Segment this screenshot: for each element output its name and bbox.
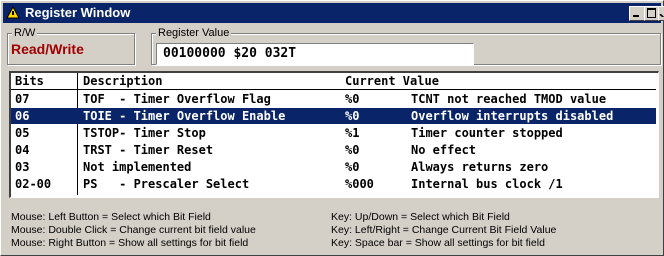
cell-current-value: %000 (345, 177, 374, 191)
table-row[interactable]: 06 TOIE - Timer Overflow Enable %0 Overflow… (11, 108, 656, 124)
cell-current-value: %0 (345, 160, 360, 174)
register-window: Register Window R/W Read/Write Register … (0, 0, 664, 256)
cell-value-meaning: Timer counter stopped (411, 126, 563, 140)
title-bar[interactable]: Register Window (3, 3, 664, 23)
close-button[interactable] (658, 6, 664, 21)
rw-group: R/W Read/Write (7, 26, 135, 65)
help-key-updown: Key: Up/Down = Select which Bit Field (331, 211, 510, 223)
maximize-icon (647, 8, 656, 18)
help-key-leftright: Key: Left/Right = Change Current Bit Fie… (331, 224, 557, 236)
register-value-field: 00100000 $20 032T (156, 43, 474, 65)
help-key-space: Key: Space bar = Show all settings for b… (331, 237, 545, 249)
cell-value-meaning: No effect (411, 143, 477, 157)
minimize-icon (633, 15, 639, 17)
cell-description: Not implemented (83, 160, 192, 174)
cell-bits: 06 (15, 109, 30, 123)
cell-value-meaning: Always returns zero (411, 160, 549, 174)
cell-bits: 05 (15, 126, 30, 140)
cell-description: TSTOP- Timer Stop (83, 126, 206, 140)
table-row[interactable]: 05 TSTOP- Timer Stop %1 Timer counter stopp… (11, 125, 656, 141)
cell-bits: 03 (15, 160, 30, 174)
cell-current-value: %0 (345, 92, 360, 106)
table-row[interactable]: 04 TRST - Timer Reset %0 No effect (11, 142, 656, 158)
cell-bits: 07 (15, 92, 30, 106)
help-mouse-double: Mouse: Double Click = Change current bit… (11, 224, 256, 236)
window-title: Register Window (25, 5, 131, 20)
mouse-help: Mouse: Left Button = Select which Bit Fi… (11, 211, 256, 250)
header-description: Description (83, 74, 163, 88)
header-bits: Bits (15, 74, 44, 88)
table-row[interactable]: 03 Not implemented %0 Always returns zero (11, 159, 656, 175)
cell-bits: 04 (15, 143, 30, 157)
cell-current-value: %1 (345, 126, 360, 140)
minimize-button[interactable] (629, 6, 645, 21)
table-row[interactable]: 02-00 PS - Prescaler Select %000 Internal b… (11, 176, 656, 192)
register-value-group: Register Value 00100000 $20 032T (151, 26, 661, 65)
cell-value-meaning: Internal bus clock /1 (411, 177, 563, 191)
register-value-text: 00100000 $20 032T (163, 46, 297, 61)
register-app-icon (6, 6, 20, 19)
cell-current-value: %0 (345, 109, 360, 123)
register-value-label: Register Value (156, 26, 232, 40)
close-icon (659, 9, 664, 17)
rw-label: R/W (12, 26, 38, 40)
table-row[interactable]: 07 TOF - Timer Overflow Flag %0 TCNT not re… (11, 91, 656, 107)
header-divider (11, 89, 656, 90)
cell-description: TRST - Timer Reset (83, 143, 214, 157)
cell-current-value: %0 (345, 143, 360, 157)
cell-value-meaning: TCNT not reached TMOD value (411, 92, 607, 106)
cell-description: TOF - Timer Overflow Flag (83, 92, 271, 106)
header-current-value: Current Value (345, 74, 439, 88)
key-help: Key: Up/Down = Select which Bit Field Ke… (331, 211, 556, 250)
bit-field-table[interactable]: Bits Description Current Value 07 TOF - T… (9, 71, 659, 198)
rw-value: Read/Write (11, 41, 84, 57)
cell-value-meaning: Overflow interrupts disabled (411, 109, 614, 123)
cell-description: TOIE - Timer Overflow Enable (83, 109, 286, 123)
help-mouse-left: Mouse: Left Button = Select which Bit Fi… (11, 211, 211, 223)
cell-description: PS - Prescaler Select (83, 177, 250, 191)
cell-bits: 02-00 (15, 177, 52, 191)
help-mouse-right: Mouse: Right Button = Show all settings … (11, 237, 249, 249)
table-header: Bits Description Current Value (11, 73, 656, 89)
